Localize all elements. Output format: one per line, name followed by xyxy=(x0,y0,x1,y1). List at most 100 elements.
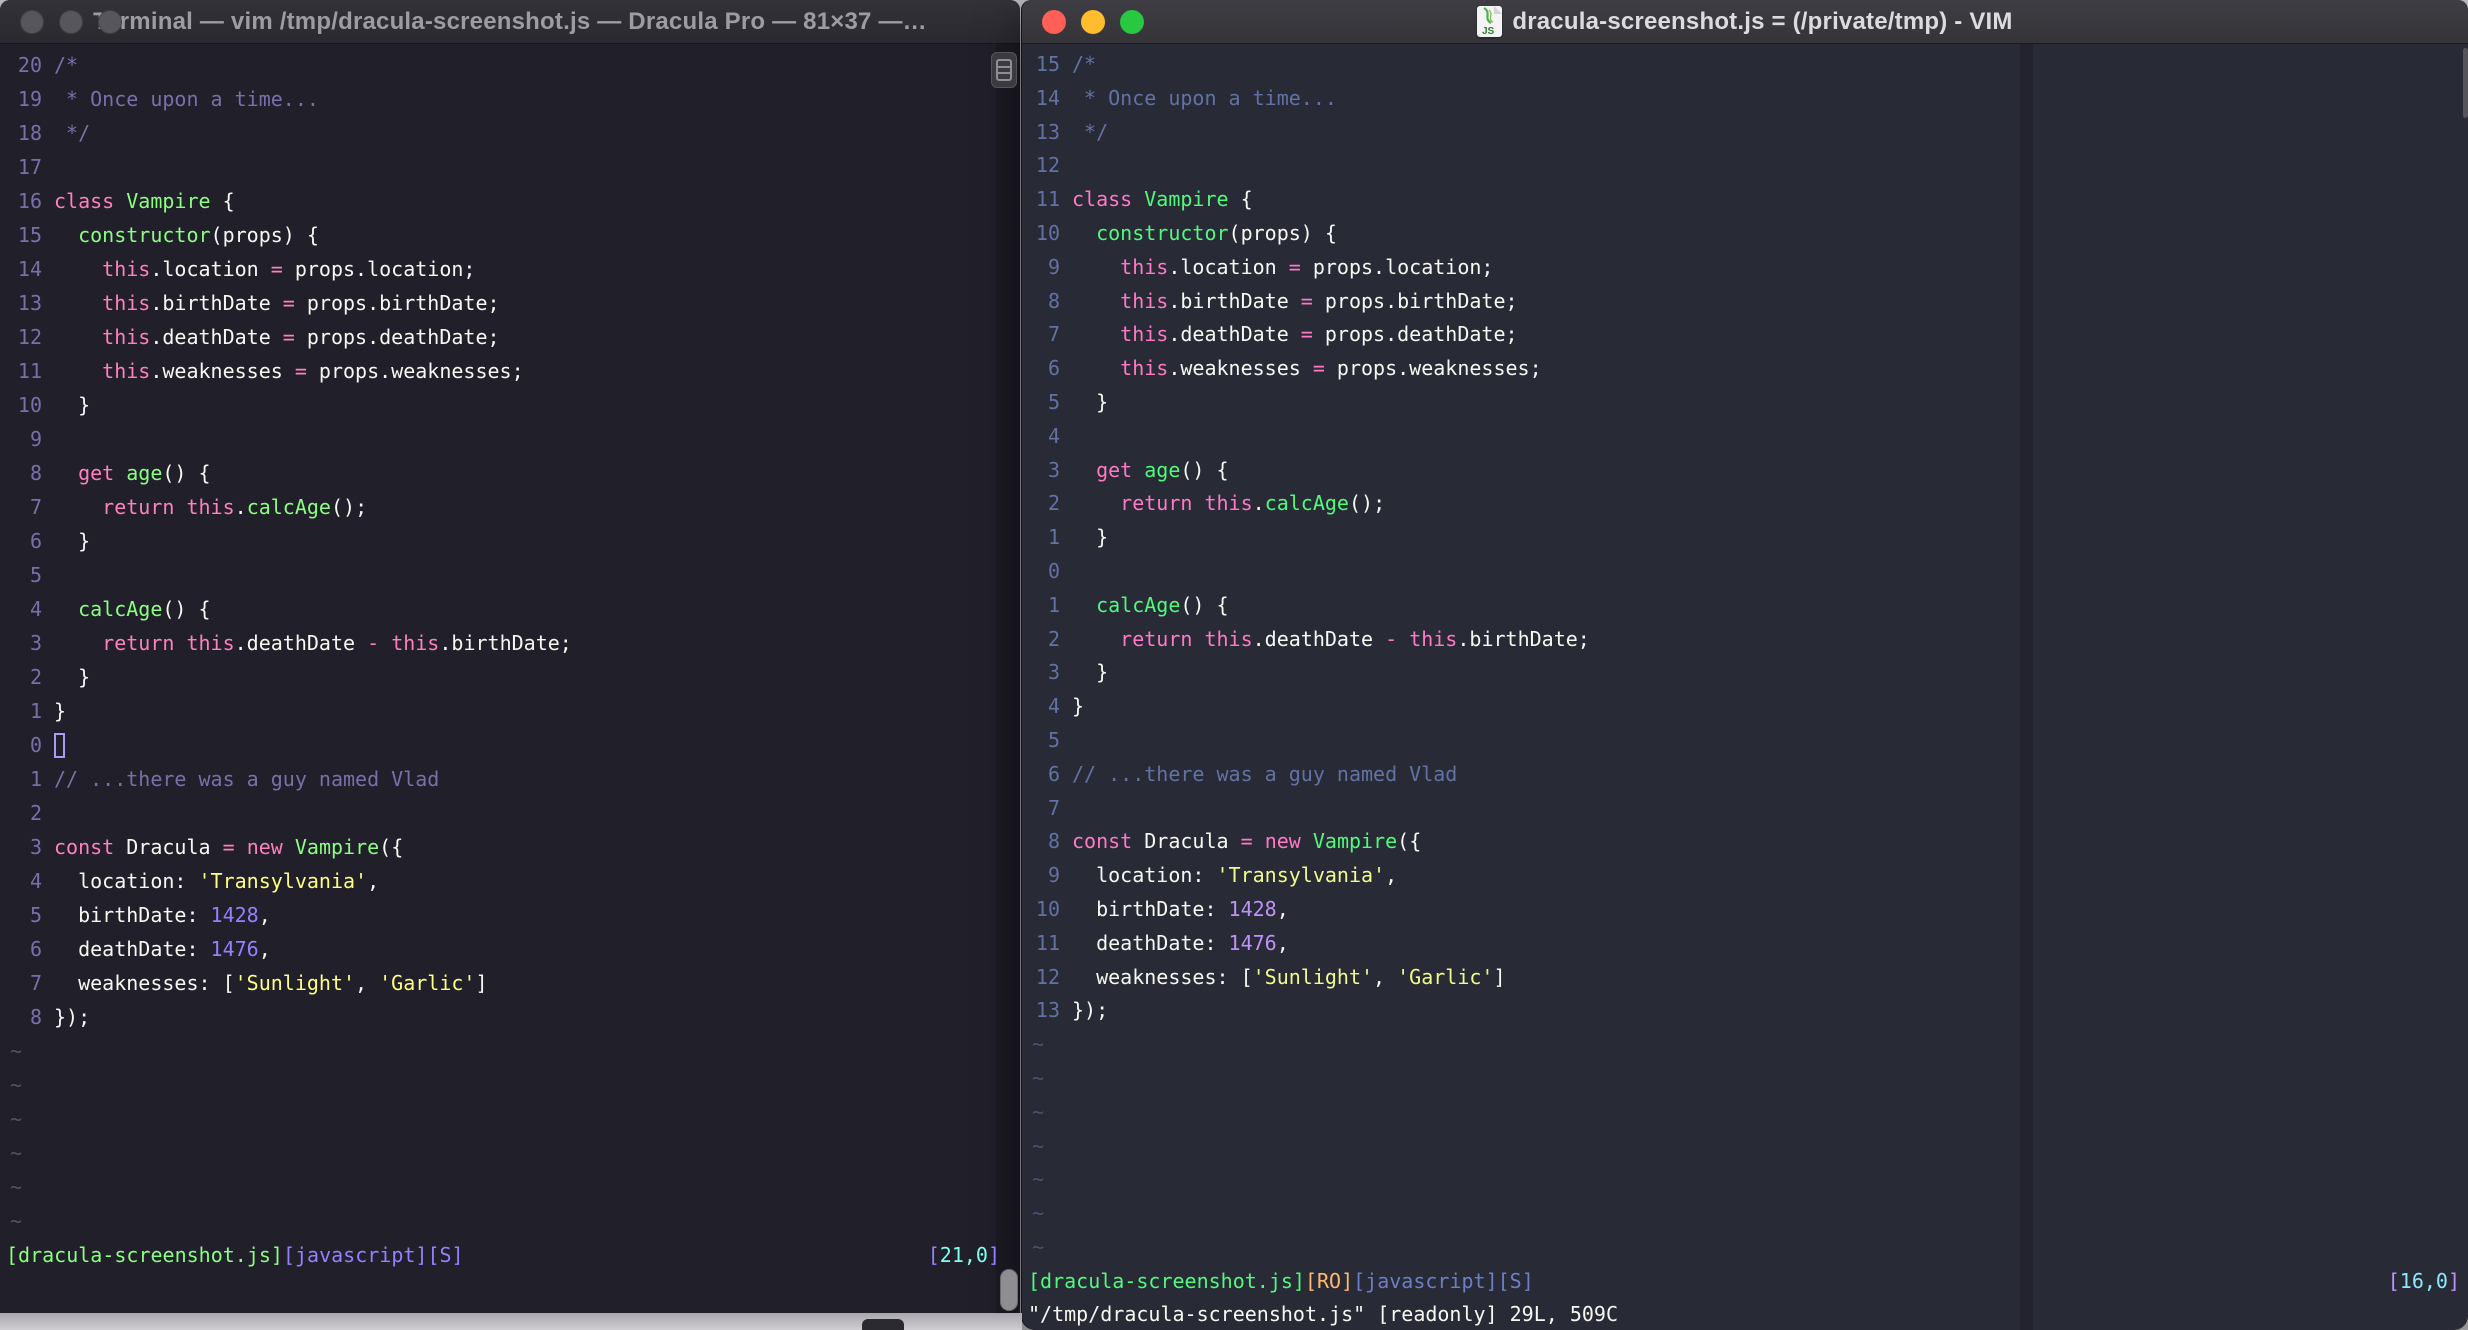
vim-statusline: [dracula-screenshot.js][RO][javascript][… xyxy=(1022,1265,2468,1299)
code-line[interactable]: 0 xyxy=(1022,555,2468,589)
zoom-button-icon[interactable] xyxy=(98,10,122,34)
macvim-titlebar[interactable]: JS dracula-screenshot.js = (/private/tmp… xyxy=(1022,0,2468,44)
code-line[interactable]: 13 this.birthDate = props.birthDate; xyxy=(0,286,1020,320)
code-line[interactable]: 14 this.location = props.location; xyxy=(0,252,1020,286)
code-line[interactable]: 5 xyxy=(1022,724,2468,758)
line-number: 20 xyxy=(17,53,42,77)
code-line[interactable]: 1 // ...there was a guy named Vlad xyxy=(0,762,1020,796)
code-line[interactable]: 3 } xyxy=(1022,656,2468,690)
code-text: this.weaknesses = props.weaknesses; xyxy=(1060,352,1541,386)
code-line[interactable]: 12 xyxy=(1022,149,2468,183)
code-line[interactable]: 4 calcAge() { xyxy=(0,592,1020,626)
tilde: ~ xyxy=(1032,1065,1045,1090)
code-line[interactable]: 11 this.weaknesses = props.weaknesses; xyxy=(0,354,1020,388)
close-button-icon[interactable] xyxy=(1042,10,1066,34)
code-line[interactable]: 3 get age() { xyxy=(1022,454,2468,488)
minimize-button-icon[interactable] xyxy=(59,10,83,34)
code-text: } xyxy=(42,660,90,694)
code-line[interactable]: 10 } xyxy=(0,388,1020,422)
split-pane-icon xyxy=(996,59,1012,81)
vim-buffer-macvim[interactable]: 15/* 14 * Once upon a time... 13 */ 12 11 cla… xyxy=(1022,44,2468,1330)
code-line[interactable]: 2 } xyxy=(0,660,1020,694)
code-line[interactable]: 18 */ xyxy=(0,116,1020,150)
code-line[interactable]: 7 weaknesses: ['Sunlight', 'Garlic'] xyxy=(0,966,1020,1000)
code-line[interactable]: 2 xyxy=(0,796,1020,830)
code-text: return this.deathDate - this.birthDate; xyxy=(1060,623,1590,657)
status-token: 16,0 xyxy=(2399,1268,2448,1293)
code-line[interactable]: 20 /* xyxy=(0,48,1020,82)
status-token: [dracula-screenshot.js] xyxy=(1028,1268,1305,1293)
code-line[interactable]: 11 class Vampire { xyxy=(1022,183,2468,217)
line-number: 1 xyxy=(1047,592,1060,617)
code-token: weaknesses: [ xyxy=(1072,964,1253,989)
code-line[interactable]: 15 /* xyxy=(1022,48,2468,82)
code-text: } xyxy=(1060,656,1108,690)
code-line[interactable]: 10 constructor(props) { xyxy=(1022,217,2468,251)
code-line[interactable]: 8}); xyxy=(0,1000,1020,1034)
code-token: deathDate: xyxy=(54,937,211,961)
code-line[interactable]: 6 // ...there was a guy named Vlad xyxy=(1022,758,2468,792)
code-line[interactable]: 1 } xyxy=(1022,521,2468,555)
code-line[interactable]: 7 xyxy=(1022,792,2468,826)
code-line[interactable]: 9 xyxy=(0,422,1020,456)
code-line[interactable]: 4 xyxy=(1022,420,2468,454)
vim-buffer-terminal[interactable]: 20/* 19 * Once upon a time... 18 */17 16 cla… xyxy=(0,44,1020,1313)
scrollbar-thumb[interactable] xyxy=(1000,1269,1018,1311)
code-line[interactable]: 13}); xyxy=(1022,994,2468,1028)
code-line[interactable]: 7 this.deathDate = props.deathDate; xyxy=(1022,318,2468,352)
terminal-scrollbar[interactable] xyxy=(991,44,1020,1313)
code-line[interactable]: 10 birthDate: 1428, xyxy=(1022,893,2468,927)
code-line[interactable]: 9 location: 'Transylvania', xyxy=(1022,859,2468,893)
code-line[interactable]: 13 */ xyxy=(1022,116,2468,150)
code-token: () { xyxy=(162,461,211,485)
code-token: Dracula xyxy=(1132,829,1241,854)
code-line[interactable]: 1} xyxy=(0,694,1020,728)
code-line[interactable]: 16 class Vampire { xyxy=(0,184,1020,218)
code-token: (); xyxy=(330,495,368,519)
code-line[interactable]: 4} xyxy=(1022,690,2468,724)
terminal-titlebar[interactable]: Terminal — vim /tmp/dracula-screenshot.j… xyxy=(0,0,1020,44)
line-number: 12 xyxy=(1035,153,1060,178)
line-number: 18 xyxy=(17,121,42,145)
code-line[interactable]: 2 return this.calcAge(); xyxy=(1022,487,2468,521)
code-line[interactable]: 6 this.weaknesses = props.weaknesses; xyxy=(1022,352,2468,386)
status-token: ] xyxy=(2447,1268,2460,1293)
line-number: 11 xyxy=(1035,930,1060,955)
code-line[interactable]: 2 return this.deathDate - this.birthDate… xyxy=(1022,623,2468,657)
zoom-button-icon[interactable] xyxy=(1120,10,1144,34)
code-line[interactable]: 11 deathDate: 1476, xyxy=(1022,927,2468,961)
code-line[interactable]: 7 return this.calcAge(); xyxy=(0,490,1020,524)
code-line[interactable]: 0 xyxy=(0,728,1020,762)
code-line[interactable]: 14 * Once upon a time... xyxy=(1022,82,2468,116)
macvim-scrollbar-thumb[interactable] xyxy=(2463,48,2468,118)
code-line[interactable]: 5 xyxy=(0,558,1020,592)
code-line[interactable]: 1 calcAge() { xyxy=(1022,589,2468,623)
code-line[interactable]: 19 * Once upon a time... xyxy=(0,82,1020,116)
status-token: [ xyxy=(927,1243,940,1267)
code-line[interactable]: 8 const Dracula = new Vampire({ xyxy=(1022,825,2468,859)
code-line[interactable]: 6 } xyxy=(0,524,1020,558)
code-line[interactable]: 5 } xyxy=(1022,386,2468,420)
code-line[interactable]: 6 deathDate: 1476, xyxy=(0,932,1020,966)
code-token: . xyxy=(234,495,247,519)
split-pane-button[interactable] xyxy=(991,52,1017,88)
code-line[interactable]: 15 constructor(props) { xyxy=(0,218,1020,252)
code-line[interactable]: 4 location: 'Transylvania', xyxy=(0,864,1020,898)
close-button-icon[interactable] xyxy=(20,10,44,34)
code-token: .deathDate xyxy=(1168,322,1301,347)
code-line[interactable]: 3 return this.deathDate - this.birthDate… xyxy=(0,626,1020,660)
js-file-icon[interactable]: JS xyxy=(1477,6,1503,37)
vim-message-line: "/tmp/dracula-screenshot.js" [readonly] … xyxy=(1022,1298,2468,1330)
code-line[interactable]: 8 get age() { xyxy=(0,456,1020,490)
code-line[interactable]: 9 this.location = props.location; xyxy=(1022,251,2468,285)
minimize-button-icon[interactable] xyxy=(1081,10,1105,34)
code-text: deathDate: 1476, xyxy=(42,932,271,966)
code-line[interactable]: 12 this.deathDate = props.deathDate; xyxy=(0,320,1020,354)
code-text: }); xyxy=(1060,994,1108,1028)
code-line[interactable]: 17 xyxy=(0,150,1020,184)
code-line[interactable]: 3 const Dracula = new Vampire({ xyxy=(0,830,1020,864)
code-line[interactable]: 12 weaknesses: ['Sunlight', 'Garlic'] xyxy=(1022,961,2468,995)
code-line[interactable]: 5 birthDate: 1428, xyxy=(0,898,1020,932)
code-line[interactable]: 8 this.birthDate = props.birthDate; xyxy=(1022,285,2468,319)
